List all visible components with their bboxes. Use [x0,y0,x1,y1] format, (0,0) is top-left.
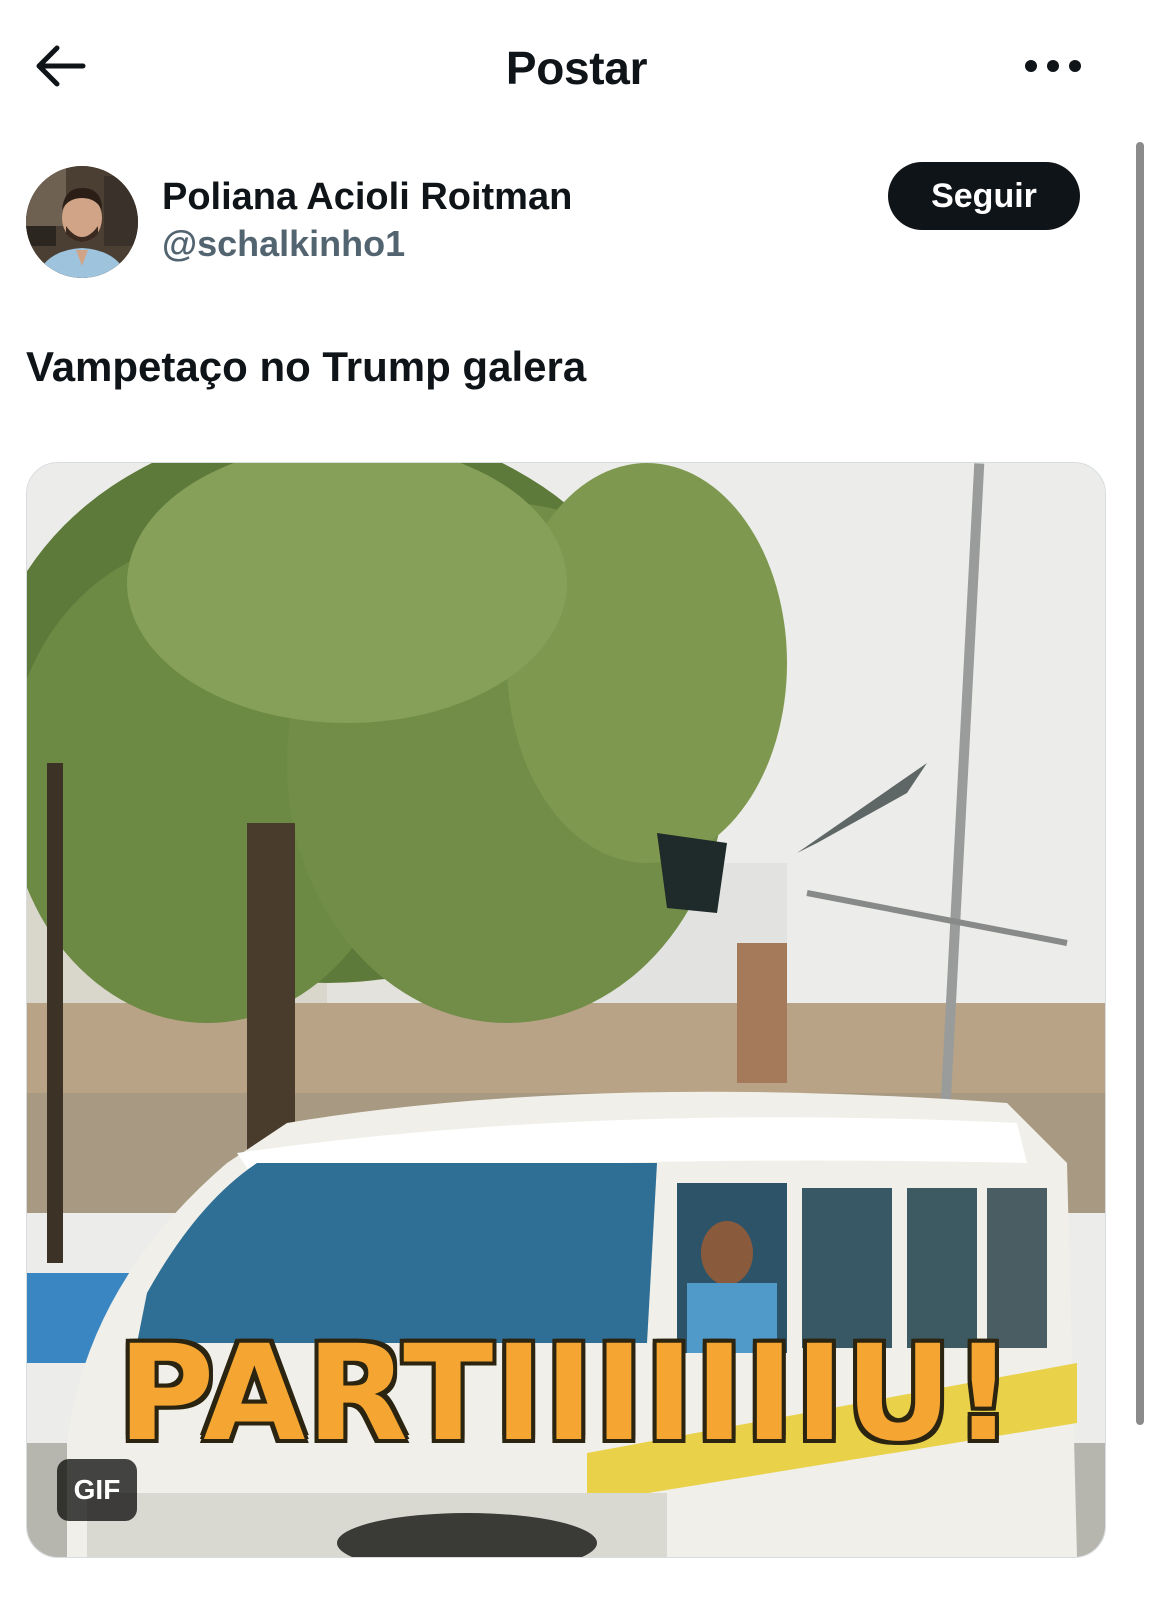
gif-frame [27,463,1105,1557]
page-title: Postar [505,42,648,94]
follow-button[interactable]: Seguir [888,162,1080,230]
post-media-gif[interactable]: PARTIIIIIIIU! GIF [26,462,1106,1558]
author-handle[interactable]: @schalkinho1 [162,222,405,266]
more-options-button[interactable] [1013,40,1093,96]
author-name[interactable]: Poliana Acioli Roitman [162,174,572,220]
more-horizontal-icon [1023,58,1083,79]
avatar[interactable] [26,166,138,278]
scrollbar-thumb[interactable] [1136,142,1144,1425]
gif-badge: GIF [57,1459,137,1521]
top-bar: Postar [0,0,1153,136]
post-text: Vampetaço no Trump galera [26,343,587,390]
